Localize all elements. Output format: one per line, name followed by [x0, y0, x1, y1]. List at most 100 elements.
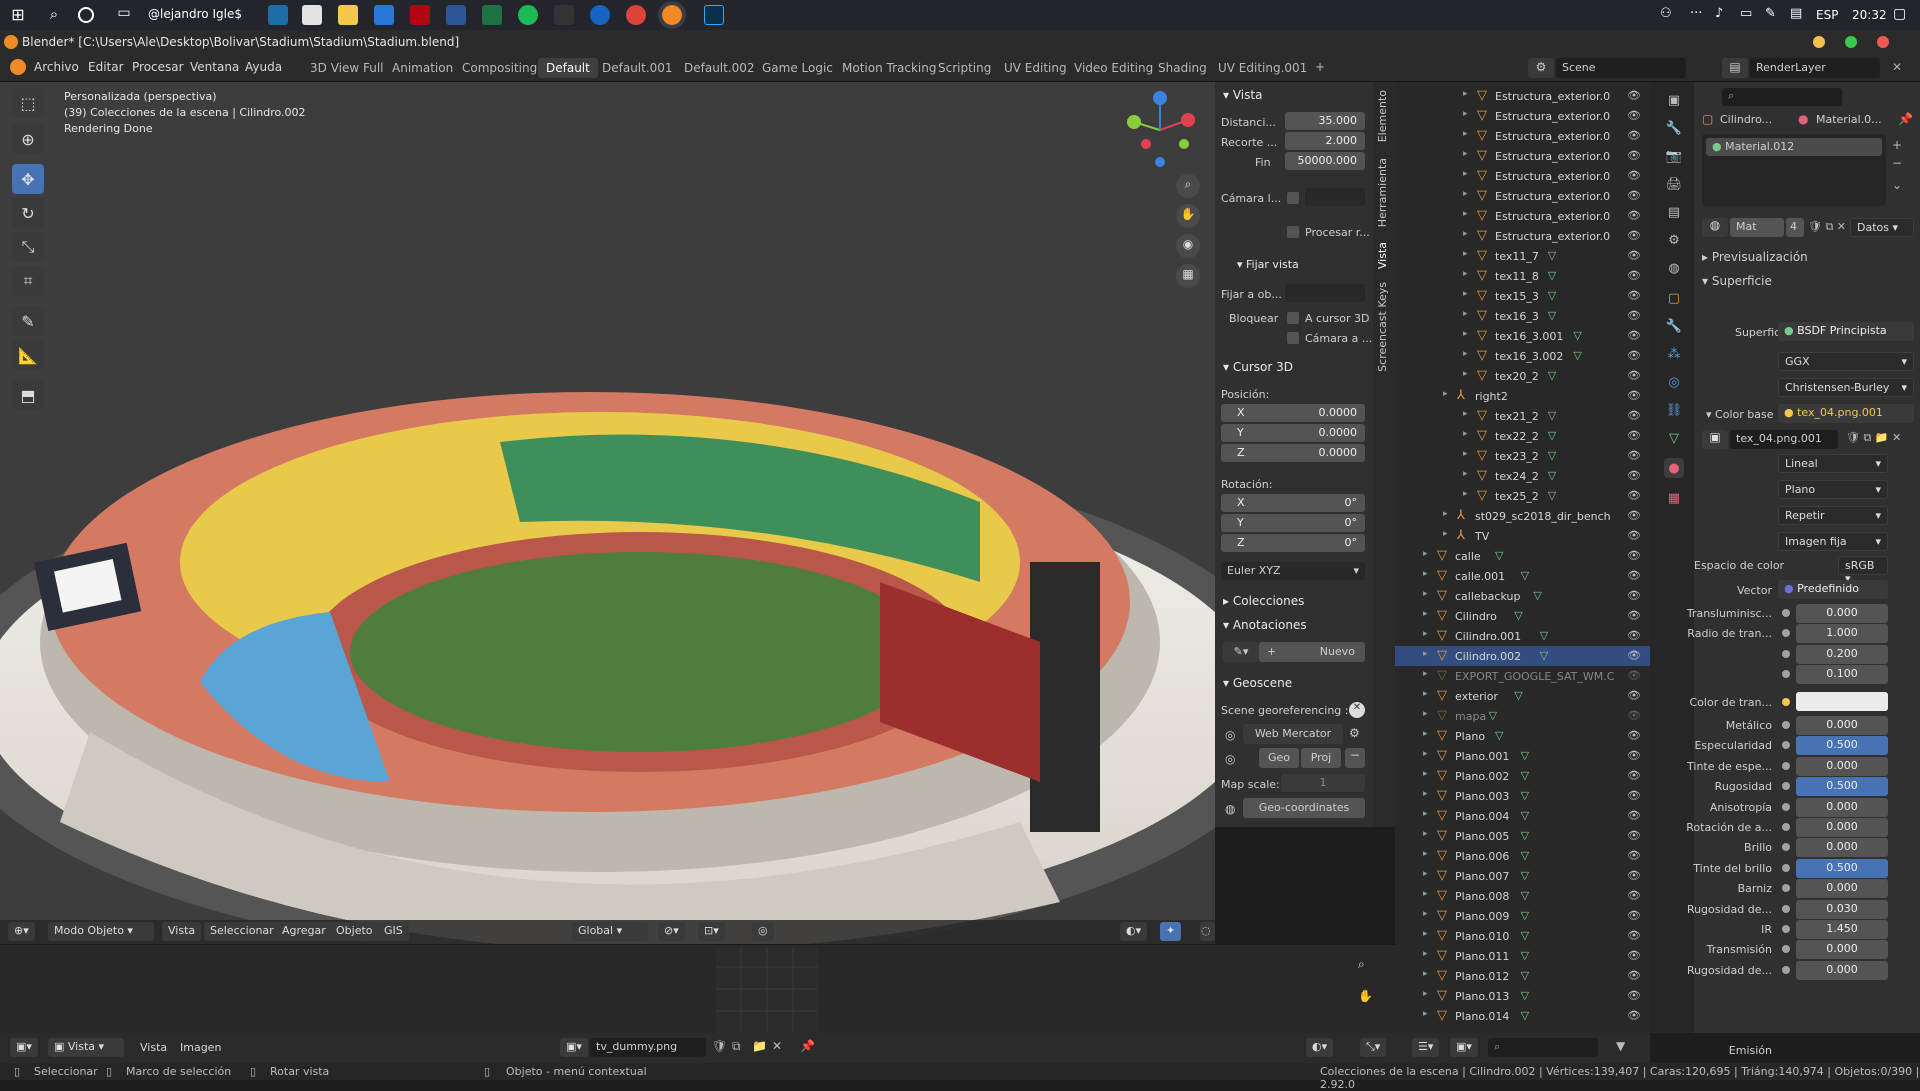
shader-selector[interactable]: ● BSDF Principista: [1778, 322, 1914, 341]
mesh-data-icon[interactable]: ▽: [1521, 889, 1529, 902]
expand-arrow-icon[interactable]: ▸: [1463, 209, 1468, 219]
visibility-eye-icon[interactable]: 👁: [1627, 189, 1641, 202]
focal-distance-field[interactable]: 35.000: [1285, 112, 1365, 130]
visibility-eye-icon[interactable]: 👁: [1627, 369, 1641, 382]
outliner-row[interactable]: ▸ ▽ Plano.012 ▽ 👁: [1395, 966, 1650, 986]
outliner-row[interactable]: ▸ ▽ Estructura_exterior.0 👁: [1395, 126, 1650, 146]
expand-arrow-icon[interactable]: ▸: [1463, 309, 1468, 319]
visibility-eye-icon[interactable]: 👁: [1627, 969, 1641, 982]
input-socket-dot[interactable]: [1782, 945, 1790, 954]
outliner-row[interactable]: ▸ ▽ Cilindro.001 ▽ 👁: [1395, 626, 1650, 646]
orientation-dropdown[interactable]: Global ▾: [572, 922, 648, 941]
perspective-grid-icon[interactable]: ▦: [1176, 264, 1200, 288]
visibility-eye-icon[interactable]: 👁: [1627, 749, 1641, 762]
outliner-row[interactable]: ▸ ▽ Plano.010 ▽ 👁: [1395, 926, 1650, 946]
base-color-header[interactable]: ▾ Color base: [1706, 408, 1773, 421]
material-value-field[interactable]: 0.200: [1796, 644, 1888, 664]
outliner-row[interactable]: ▸ ▽ EXPORT_GOOGLE_SAT_WM.C 👁: [1395, 666, 1650, 686]
material-value-field[interactable]: 0.500: [1796, 777, 1888, 797]
search-icon[interactable]: ⌕: [44, 5, 64, 25]
collections-panel-header[interactable]: ▸ Colecciones: [1223, 594, 1304, 608]
visibility-eye-icon[interactable]: 👁: [1627, 729, 1641, 742]
visibility-eye-icon[interactable]: 👁: [1627, 609, 1641, 622]
mesh-data-icon[interactable]: ▽: [1521, 989, 1529, 1002]
annotate-tool-icon[interactable]: ✎: [12, 306, 44, 336]
cursor-location-field[interactable]: Z 0.0000: [1221, 444, 1365, 462]
steam-icon[interactable]: [268, 5, 288, 25]
visibility-eye-icon[interactable]: 👁: [1627, 429, 1641, 442]
fake-user-icon[interactable]: 🛡: [712, 1039, 727, 1053]
outliner-row[interactable]: ▸ ▽ tex20_2 ▽ 👁: [1395, 366, 1650, 386]
mesh-data-icon[interactable]: ▽: [1548, 269, 1556, 282]
open-image-icon[interactable]: 📁: [752, 1039, 767, 1053]
visibility-eye-icon[interactable]: 👁: [1627, 909, 1641, 922]
expand-arrow-icon[interactable]: ▸: [1463, 409, 1468, 419]
expand-arrow-icon[interactable]: ▸: [1423, 729, 1428, 739]
outliner-row[interactable]: ▸ ▽ exterior ▽ 👁: [1395, 686, 1650, 706]
subsurface-color-socket[interactable]: [1782, 698, 1790, 706]
expand-arrow-icon[interactable]: ▸: [1423, 569, 1428, 579]
word-icon[interactable]: [446, 5, 466, 25]
mesh-data-icon[interactable]: ▽: [1521, 929, 1529, 942]
outliner-row[interactable]: ▸ ▽ tex21_2 ▽ 👁: [1395, 406, 1650, 426]
world-tab-icon[interactable]: ◍: [1664, 258, 1684, 278]
outliner-filter-icon[interactable]: ▼: [1616, 1039, 1625, 1053]
add-workspace-icon[interactable]: +: [1315, 60, 1325, 74]
expand-arrow-icon[interactable]: ▸: [1463, 249, 1468, 259]
subsurface-method-dropdown[interactable]: Christensen-Burley ▾: [1778, 378, 1914, 397]
outliner-row[interactable]: ▸ ⅄ st029_sc2018_dir_bench 👁: [1395, 506, 1650, 526]
overflow-icon[interactable]: ···: [1690, 6, 1702, 21]
view-layer-tab-icon[interactable]: ▤: [1664, 202, 1684, 222]
mesh-data-icon[interactable]: ▽: [1540, 629, 1548, 642]
distribution-dropdown[interactable]: GGX ▾: [1778, 352, 1914, 371]
expand-arrow-icon[interactable]: ▸: [1423, 589, 1428, 599]
visibility-eye-icon[interactable]: 👁: [1627, 349, 1641, 362]
output-tab-icon[interactable]: 🖨: [1664, 174, 1684, 194]
menu-vista[interactable]: Vista: [162, 922, 202, 941]
clock[interactable]: 20:32: [1852, 8, 1887, 22]
expand-arrow-icon[interactable]: ▸: [1463, 169, 1468, 179]
mesh-data-icon[interactable]: ▽: [1521, 969, 1529, 982]
workspace-tab[interactable]: Animation: [384, 58, 461, 78]
mesh-data-icon[interactable]: ▽: [1521, 829, 1529, 842]
image-menu-imagen[interactable]: Imagen: [180, 1041, 221, 1054]
outliner-display-icon[interactable]: ☰▾: [1412, 1038, 1440, 1057]
lock-cursor-checkbox[interactable]: [1287, 312, 1299, 324]
mesh-data-icon[interactable]: ▽: [1521, 769, 1529, 782]
visibility-eye-icon[interactable]: 👁: [1627, 669, 1641, 682]
lock-view-header[interactable]: ▾ Fijar vista: [1237, 258, 1299, 271]
outliner-row[interactable]: ▸ ⅄ right2 👁: [1395, 386, 1650, 406]
mesh-data-icon[interactable]: ▽: [1548, 309, 1556, 322]
expand-arrow-icon[interactable]: ▸: [1423, 609, 1428, 619]
mesh-data-icon[interactable]: ▽: [1521, 1009, 1529, 1022]
cortana-icon[interactable]: [78, 7, 94, 23]
people-icon[interactable]: ⚇: [1660, 6, 1672, 21]
outliner-row[interactable]: ▸ ▽ Plano.009 ▽ 👁: [1395, 906, 1650, 926]
expand-arrow-icon[interactable]: ▸: [1423, 969, 1428, 979]
visibility-eye-icon[interactable]: 👁: [1627, 469, 1641, 482]
menu-archivo[interactable]: Archivo: [34, 60, 79, 74]
visibility-eye-icon[interactable]: 👁: [1627, 929, 1641, 942]
scale-tool-icon[interactable]: ⤡: [12, 232, 44, 262]
material-value-field[interactable]: 0.000: [1796, 838, 1888, 858]
mesh-data-icon[interactable]: ▽: [1521, 569, 1529, 582]
workspace-tab[interactable]: Scripting: [930, 58, 999, 78]
mesh-data-icon[interactable]: ▽: [1540, 649, 1548, 662]
visibility-eye-icon[interactable]: 👁: [1627, 149, 1641, 162]
maximize-button[interactable]: [1845, 36, 1857, 48]
remove-slot-icon[interactable]: −: [1892, 156, 1902, 170]
image-browse-icon[interactable]: ▣: [1702, 430, 1728, 449]
expand-arrow-icon[interactable]: ▸: [1463, 129, 1468, 139]
rotate-tool-icon[interactable]: ↻: [12, 198, 44, 228]
input-socket-dot[interactable]: [1782, 649, 1790, 658]
image-view-mode-dropdown[interactable]: ▣ Vista ▾: [48, 1038, 124, 1057]
visibility-eye-icon[interactable]: 👁: [1627, 1009, 1641, 1022]
outliner-row[interactable]: ▸ ▽ Estructura_exterior.0 👁: [1395, 106, 1650, 126]
material-value-field[interactable]: 1.000: [1796, 624, 1888, 644]
workspace-tab[interactable]: Motion Tracking: [834, 58, 944, 78]
3d-viewport[interactable]: Personalizada (perspectiva) (39) Colecci…: [0, 82, 1215, 944]
visibility-eye-icon[interactable]: 👁: [1627, 689, 1641, 702]
visibility-eye-icon[interactable]: 👁: [1627, 529, 1641, 542]
mesh-data-icon[interactable]: ▽: [1521, 789, 1529, 802]
cursor-tool-icon[interactable]: ⊕: [12, 124, 44, 154]
